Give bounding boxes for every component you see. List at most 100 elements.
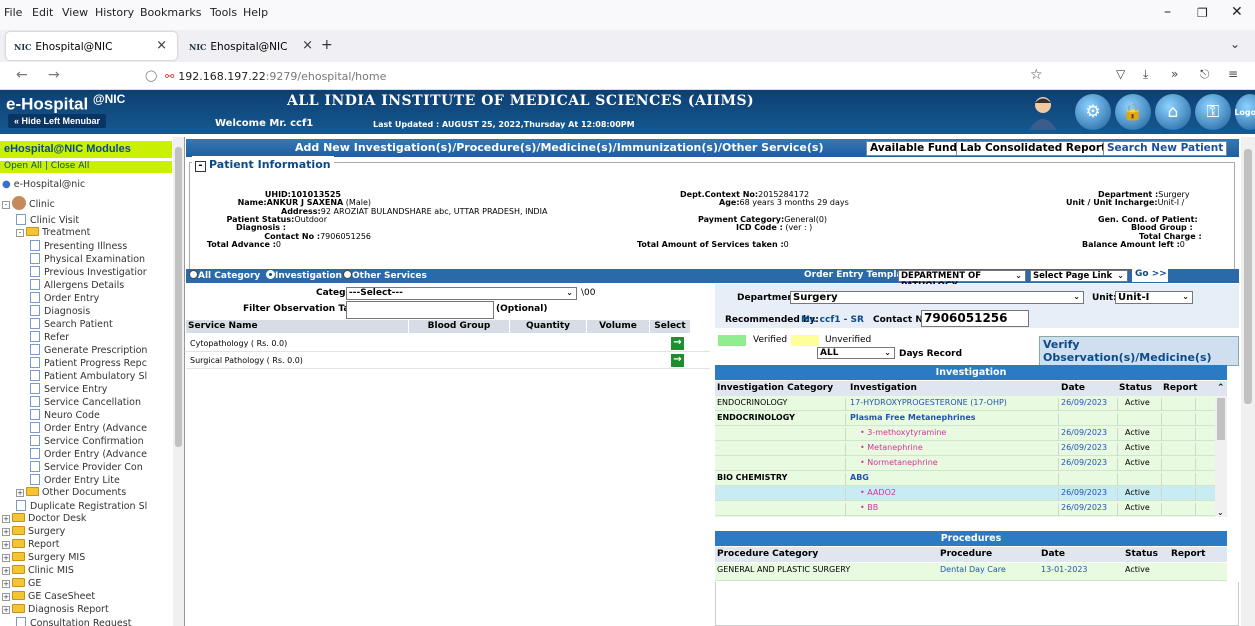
expand-icon[interactable]: + (16, 489, 24, 497)
page-link-select[interactable]: Select Page Link ⌄ (1030, 270, 1128, 282)
sidebar-item[interactable]: + Surgery MIS (2, 552, 85, 563)
menu-history[interactable]: History (95, 6, 134, 19)
inv-name[interactable]: Plasma Free Metanephrines (850, 413, 976, 422)
sidebar-item[interactable]: Consultation Request (16, 617, 131, 626)
investigation-radio[interactable]: Investigation (266, 270, 342, 281)
expand-icon[interactable]: + (2, 606, 10, 614)
user-avatar-icon[interactable] (1025, 94, 1061, 130)
open-close-all-link[interactable]: Open All | Close All (0, 161, 172, 173)
browser-tab[interactable]: NIC Ehospital@NIC × (181, 32, 313, 60)
sidebar-item[interactable]: Service Provider Con (30, 461, 143, 473)
inv-name[interactable]: • 3-methoxytyramine (860, 428, 946, 437)
sidebar-item[interactable]: + Diagnosis Report (2, 604, 109, 615)
go-button[interactable]: Go >> (1132, 269, 1168, 282)
inv-name[interactable]: • BB (860, 503, 878, 512)
investigation-row[interactable]: • Metanephrine 26/09/2023 Active (715, 441, 1215, 461)
sidebar-item[interactable]: Neuro Code (30, 409, 100, 421)
sidebar-item[interactable]: Generate Prescription (30, 344, 147, 356)
select-arrow-icon[interactable]: → (671, 337, 684, 350)
collapse-box-icon[interactable]: - (195, 161, 206, 172)
inv-name[interactable]: • AADO2 (860, 488, 896, 497)
investigation-row[interactable]: ENDOCRINOLOGY Plasma Free Metanephrines (715, 411, 1215, 431)
bookmark-star-icon[interactable]: ☆ (1030, 67, 1043, 83)
app-menu-icon[interactable]: ≡ (1228, 67, 1238, 81)
verify-observation-button[interactable]: Verify Observation(s)/Medicine(s) (1039, 336, 1239, 366)
address-bar[interactable]: ⚯ 192.168.197.22:9279/ehospital/home (165, 67, 1015, 86)
scroll-down-icon[interactable]: ⌄ (1217, 508, 1224, 517)
menu-edit[interactable]: Edit (32, 6, 53, 19)
home-icon[interactable]: ⌂ (1155, 94, 1191, 130)
sidebar-item[interactable]: Service Entry (30, 383, 107, 395)
days-select[interactable]: ALL ⌄ (817, 347, 895, 359)
select-arrow-icon[interactable]: → (671, 354, 684, 367)
investigation-row[interactable]: • 3-methoxytyramine 26/09/2023 Active (715, 426, 1215, 446)
sidebar-item[interactable]: Service Cancellation (30, 396, 141, 408)
investigation-row[interactable]: • BB 26/09/2023 Active (715, 501, 1215, 517)
key-icon[interactable]: ⚿ (1195, 94, 1231, 130)
search-new-patient-button[interactable]: Search New Patient (1103, 141, 1228, 156)
collapse-icon[interactable]: - (2, 201, 10, 209)
lock-icon[interactable]: 🔒 (1115, 94, 1151, 130)
proc-name[interactable]: Dental Day Care (940, 565, 1006, 574)
sidebar-item[interactable]: Presenting Illness (30, 240, 127, 252)
back-arrow-icon[interactable]: ← (16, 67, 28, 83)
other-services-radio[interactable]: Other Services (343, 270, 427, 281)
tab-list-chevron-icon[interactable]: ⌄ (1230, 37, 1240, 51)
browser-tab-active[interactable]: NIC Ehospital@NIC × (6, 32, 177, 60)
inv-name[interactable]: 17-HYDROXYPROGESTERONE (17-OHP) (850, 398, 1007, 407)
sidebar-item[interactable]: Diagnosis (30, 305, 90, 317)
download-icon[interactable]: ⤓ (1143, 67, 1148, 82)
sidebar-item[interactable]: Duplicate Registration Sl (16, 500, 147, 512)
sidebar-item[interactable]: Clinic Visit (16, 214, 79, 226)
sidebar-item[interactable]: Service Confirmation (30, 435, 144, 447)
sidebar-item[interactable]: Allergens Details (30, 279, 124, 291)
overflow-chevron-icon[interactable]: » (1171, 67, 1178, 81)
new-tab-icon[interactable]: + (321, 37, 333, 53)
lab-consolidated-report-button[interactable]: Lab Consolidated Report (956, 141, 1111, 156)
patient-info-legend[interactable]: - Patient Information (192, 156, 334, 174)
page-scroll-thumb[interactable] (1244, 149, 1252, 404)
sidebar-item[interactable]: Order Entry (30, 292, 99, 304)
sidebar-item[interactable]: Refer (30, 331, 69, 343)
investigation-scroll-thumb[interactable] (1217, 398, 1225, 440)
investigation-row[interactable]: BIO CHEMISTRY ABG (715, 471, 1215, 491)
sidebar-item[interactable]: + Doctor Desk (2, 513, 86, 524)
template-select[interactable]: DEPARTMENT OF PATHOLOGY⌄ (898, 270, 1026, 291)
extensions-icon[interactable]: ⎋ (1200, 67, 1210, 82)
maximize-icon[interactable]: ❐ (1197, 6, 1208, 20)
available-fund-button[interactable]: Available Fund (866, 141, 961, 156)
pocket-icon[interactable]: ▽ (1116, 67, 1125, 81)
sidebar-scroll-thumb[interactable] (175, 147, 182, 447)
investigation-row[interactable]: ENDOCRINOLOGY 17-HYDROXYPROGESTERONE (17-… (715, 396, 1215, 416)
expand-icon[interactable]: + (2, 541, 10, 549)
expand-icon[interactable]: + (2, 567, 10, 575)
settings-gear-icon[interactable]: ⚙ (1075, 94, 1111, 130)
sidebar-item[interactable]: + Clinic MIS (2, 565, 74, 576)
hide-left-menubar-button[interactable]: « Hide Left Menubar (8, 114, 107, 128)
investigation-scrollbar[interactable]: ⌄ (1215, 396, 1227, 517)
menu-view[interactable]: View (62, 6, 88, 19)
sidebar-root[interactable]: ● e-Hospital@nic (2, 179, 85, 190)
inv-name[interactable]: ABG (850, 473, 869, 482)
close-tab-icon[interactable]: × (302, 38, 313, 53)
menu-help[interactable]: Help (243, 6, 268, 19)
menu-tools[interactable]: Tools (210, 6, 237, 19)
logout-button[interactable]: Logout (1234, 94, 1255, 130)
department-select[interactable]: Surgery ⌄ (790, 291, 1084, 304)
sidebar-clinic[interactable]: - Clinic (2, 196, 55, 210)
sidebar-item[interactable]: Patient Ambulatory Sl (30, 370, 147, 382)
category-select[interactable]: ---Select--- ⌄ (346, 287, 577, 300)
investigation-row[interactable]: • BE26/09/2023Active (715, 516, 1215, 517)
all-category-radio[interactable]: All Category (189, 270, 260, 281)
close-window-icon[interactable]: ✕ (1231, 4, 1243, 20)
sidebar-item[interactable]: + Surgery (2, 526, 65, 537)
minimize-icon[interactable]: – (1164, 4, 1171, 20)
sidebar-item[interactable]: + Other Documents (16, 487, 126, 498)
filter-observation-input[interactable] (346, 301, 494, 319)
close-tab-icon[interactable]: × (156, 38, 167, 53)
page-scrollbar[interactable] (1241, 137, 1255, 626)
sidebar-item[interactable]: - Treatment (16, 227, 90, 238)
shield-icon[interactable]: ◯ (145, 69, 157, 82)
inv-name[interactable]: • Normetanephrine (860, 458, 938, 467)
scroll-up-icon[interactable]: ⌃ (1217, 383, 1225, 393)
